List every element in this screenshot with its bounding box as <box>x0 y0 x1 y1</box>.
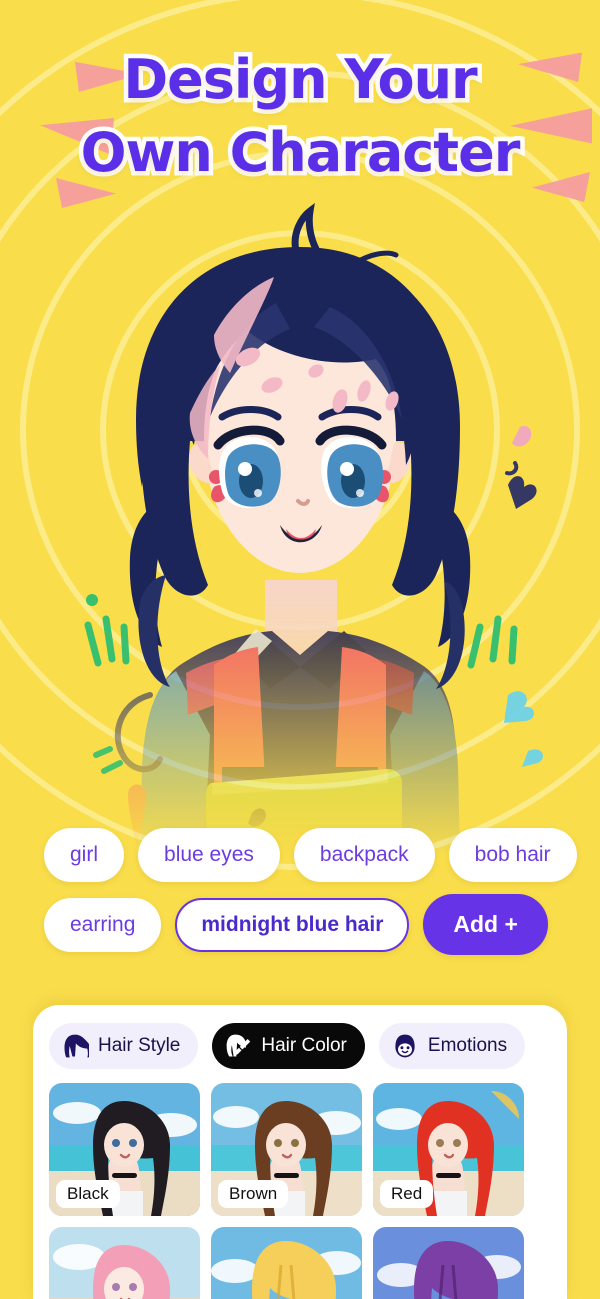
tag-chip-list: girl blue eyes backpack bob hair earring… <box>44 828 584 955</box>
tag-chip-backpack[interactable]: backpack <box>293 828 435 882</box>
hair-color-thumbnail <box>373 1227 524 1299</box>
character-preview-image[interactable] <box>0 195 600 855</box>
page-title-line-2: Own Character <box>76 121 525 184</box>
options-bottom-sheet: Hair Style Hair Color Emotions Black Bro… <box>33 1005 567 1299</box>
hair-brush-icon <box>226 1034 251 1057</box>
tab-emotions[interactable]: Emotions <box>378 1023 526 1069</box>
hair-color-label: Black <box>56 1180 120 1208</box>
hair-wig-icon <box>64 1034 89 1058</box>
tab-hair-style[interactable]: Hair Style <box>49 1023 199 1069</box>
hair-color-option-red[interactable]: Red <box>373 1083 524 1216</box>
app-root: Design Your Own Character girl blue eyes… <box>0 0 600 1299</box>
hair-color-option-black[interactable]: Black <box>49 1083 200 1216</box>
tag-chip-earring[interactable]: earring <box>44 897 162 952</box>
hair-color-label: Red <box>380 1180 434 1208</box>
hero-banner: Design Your Own Character <box>0 0 600 208</box>
tab-hair-color[interactable]: Hair Color <box>212 1023 365 1069</box>
tag-chip-girl[interactable]: girl <box>44 828 125 882</box>
tab-hair-color-label: Hair Color <box>261 1035 347 1056</box>
tag-chip-bob-hair[interactable]: bob hair <box>448 828 577 882</box>
hair-color-label: Brown <box>218 1180 289 1208</box>
page-title-line-1: Design Your <box>119 48 482 111</box>
hair-color-option-grid: Black Brown Red <box>33 1069 567 1299</box>
tab-hair-style-label: Hair Style <box>98 1035 181 1056</box>
tag-chip-blue-eyes[interactable]: blue eyes <box>138 828 280 882</box>
face-icon <box>395 1034 415 1058</box>
hair-color-thumbnail <box>211 1227 362 1299</box>
tag-chip-midnight-blue-hair[interactable]: midnight blue hair <box>175 897 410 952</box>
hair-color-option-brown[interactable]: Brown <box>211 1083 362 1216</box>
hair-color-option-blonde[interactable]: Blonde <box>211 1227 362 1299</box>
hair-color-option-purple[interactable]: Purple <box>373 1227 524 1299</box>
add-tag-button[interactable]: Add + <box>423 894 548 955</box>
category-tab-bar: Hair Style Hair Color Emotions <box>33 1005 567 1069</box>
tab-emotions-label: Emotions <box>427 1035 508 1056</box>
hair-color-option-pink[interactable]: Pink <box>49 1227 200 1299</box>
hair-color-thumbnail <box>49 1227 200 1299</box>
